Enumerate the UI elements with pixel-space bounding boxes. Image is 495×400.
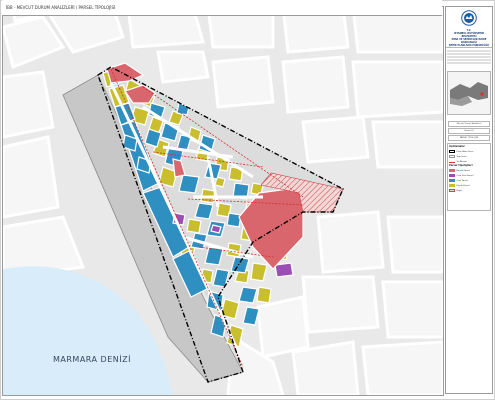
sea-label: MARMARA DENİZİ	[53, 354, 131, 364]
legend-label: Proje Alanı Sınırı	[456, 150, 474, 153]
ibb-logo-icon	[461, 10, 477, 26]
legend-label: Orta Üstü Parsel	[456, 174, 474, 177]
key-map	[447, 71, 491, 115]
map-canvas[interactable]: MARMARA DENİZİ	[2, 6, 444, 396]
org-line-4: ŞEHİR PLANLAMA MÜDÜRLÜĞÜ	[448, 44, 490, 47]
legend-label: Diğer	[456, 189, 463, 192]
boundary-swatch	[449, 150, 455, 153]
legend-item: Diğer	[449, 188, 489, 193]
legend-label: Yapı Sınırı	[456, 155, 467, 158]
large-parcel-swatch	[449, 169, 455, 172]
legend-label: Yol Aksları	[456, 160, 468, 163]
building-swatch	[449, 155, 455, 158]
upper-mid-parcel-swatch	[449, 174, 455, 177]
logo-box: T.C. İSTANBUL BÜYÜKŞEHİR BELEDİYESİ İMAR…	[446, 7, 492, 48]
info-analysis: Mevcut Durum Analizleri	[448, 121, 490, 127]
road-axis-swatch	[449, 161, 455, 163]
title-block: T.C. İSTANBUL BÜYÜKŞEHİR BELEDİYESİ İMAR…	[445, 6, 493, 394]
project-description	[447, 49, 491, 65]
legend-label: Orta Parsel	[456, 179, 468, 182]
info-sheet-number: Harita 01	[448, 128, 490, 134]
legend-label: Büyük Parsel	[456, 169, 470, 172]
other-parcel-swatch	[449, 189, 455, 192]
key-map-graphic	[448, 72, 490, 114]
info-sheet-title: PARSEL TİPOLOJİSİ	[448, 135, 490, 141]
legend: Açıklamalar Proje Alanı Sınırı Yapı Sını…	[447, 143, 491, 211]
parcel-map[interactable]: MARMARA DENİZİ	[3, 7, 443, 395]
small-parcel-swatch	[449, 184, 455, 187]
legend-label: Küçük Parsel	[456, 184, 470, 187]
mid-parcel-swatch	[449, 179, 455, 182]
map-title: İBB - MEVCUT DURUM ANALİZLERİ / PARSEL T…	[2, 0, 442, 16]
org-name: T.C. İSTANBUL BÜYÜKŞEHİR BELEDİYESİ İMAR…	[447, 29, 491, 47]
